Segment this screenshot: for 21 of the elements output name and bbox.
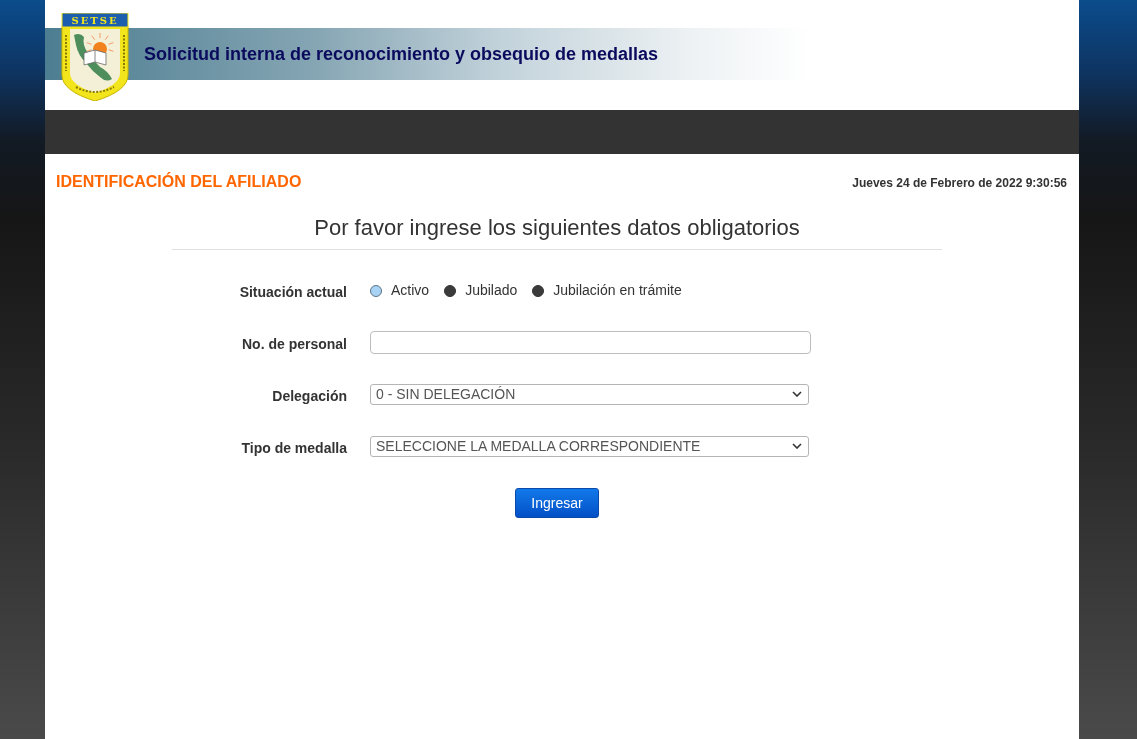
page-title: Solicitud interna de reconocimiento y obsequio de medallas bbox=[144, 43, 659, 65]
section-title: IDENTIFICACIÓN DEL AFILIADO bbox=[56, 173, 302, 191]
radio-label[interactable]: Jubilado bbox=[465, 282, 518, 298]
select-field[interactable]: 0 - SIN DELEGACIÓN bbox=[370, 383, 809, 405]
radio-label[interactable]: Activo bbox=[391, 282, 430, 298]
chevron-down-icon bbox=[792, 443, 802, 449]
select-field[interactable]: SELECCIONE LA MEDALLA CORRESPONDIENTE bbox=[370, 435, 809, 457]
form-heading: Por favor ingrese los siguientes datos obligatorios bbox=[172, 215, 942, 250]
field-label: Situación actual bbox=[238, 282, 347, 300]
field-label: Delegación bbox=[271, 386, 347, 404]
radio-label[interactable]: Jubilación en trámite bbox=[553, 282, 682, 298]
field-label: No. de personal bbox=[240, 334, 347, 352]
radio-button[interactable] bbox=[532, 285, 545, 297]
input-field[interactable] bbox=[370, 330, 811, 354]
radio-button[interactable] bbox=[370, 285, 382, 297]
chevron-down-icon bbox=[792, 391, 802, 397]
logo-text: SETSE bbox=[71, 15, 119, 26]
date-time: Jueves 24 de Febrero de 2022 9:30:56 bbox=[852, 176, 1067, 190]
submit-button[interactable]: Ingresar bbox=[515, 488, 599, 518]
field-label: Tipo de medalla bbox=[240, 438, 347, 456]
radio-button[interactable] bbox=[444, 285, 457, 297]
